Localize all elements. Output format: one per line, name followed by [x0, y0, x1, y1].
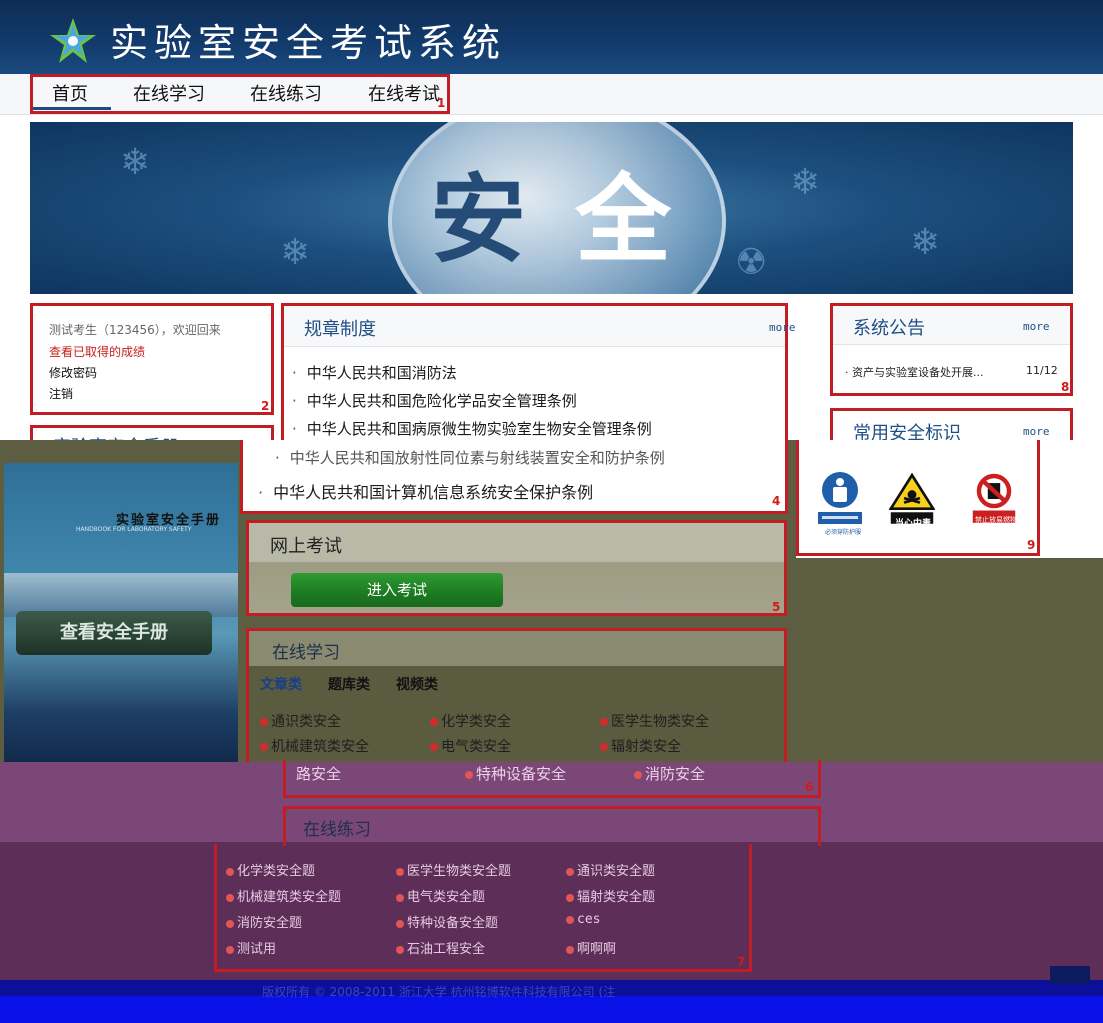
safety-banner: ❄ ❄ ❄ ❄ ☢ 安 全: [30, 122, 1073, 294]
handbook-cover[interactable]: 实验室安全手册 HANDBOOK FOR LABORATORY SAFETY 查…: [4, 463, 238, 775]
study-category-link[interactable]: 通识类安全: [260, 711, 341, 731]
practice-category-link[interactable]: 机械建筑类安全题: [226, 886, 341, 905]
enter-exam-button[interactable]: 进入考试: [291, 573, 503, 607]
rules-more-link[interactable]: more: [769, 321, 796, 334]
study-category-link[interactable]: 医学生物类安全: [600, 711, 709, 731]
annotation-label-7: 7: [737, 955, 746, 969]
annotation-label-4: 4: [772, 494, 781, 508]
rules-panel-border: [785, 440, 788, 514]
rule-item[interactable]: · 中华人民共和国放射性同位素与射线装置安全和防护条例: [275, 447, 665, 468]
annotation-label-1: 1: [437, 96, 446, 110]
snowflake-icon: ❄: [280, 232, 311, 273]
banner-char-an: 安: [430, 164, 526, 276]
rule-item[interactable]: · 中华人民共和国消防法: [292, 362, 457, 383]
practice-category-link[interactable]: 测试用: [226, 938, 276, 957]
practice-category-link[interactable]: 啊啊啊: [566, 938, 616, 957]
practice-category-link[interactable]: ces: [566, 912, 600, 927]
annotation-label-2: 2: [261, 399, 270, 413]
practice-category-link[interactable]: 化学类安全题: [226, 860, 315, 879]
study-category-link[interactable]: 特种设备安全: [465, 763, 566, 784]
radiation-icon: ☢: [735, 242, 768, 283]
practice-category-link[interactable]: 特种设备安全题: [396, 912, 498, 931]
practice-category-link[interactable]: 辐射类安全题: [566, 886, 655, 905]
tab-question-bank[interactable]: 题库类: [328, 674, 370, 694]
safety-signs-body: 必须穿防护服 当心中毒 禁止放易燃物 9: [796, 440, 1040, 556]
practice-category-link[interactable]: 通识类安全题: [566, 860, 655, 879]
logo-icon: [50, 18, 96, 63]
announcement-item[interactable]: · 资产与实验室设备处开展...: [845, 364, 984, 380]
rule-item[interactable]: · 中华人民共和国计算机信息系统安全保护条例: [258, 479, 593, 503]
app-title: 实验室安全考试系统: [110, 21, 507, 65]
study-category-link[interactable]: 化学类安全: [430, 711, 511, 731]
snowflake-icon: ❄: [120, 142, 151, 183]
study-category-link[interactable]: 消防安全: [634, 763, 705, 784]
announcements-more-link[interactable]: more: [1023, 320, 1050, 333]
footer-corner: [1050, 966, 1090, 984]
announcements-panel: 系统公告 more · 资产与实验室设备处开展... 11/12 8: [830, 303, 1073, 396]
user-greeting: 测试考生（123456），欢迎回来: [49, 323, 221, 337]
sign-label: 禁止放易燃物: [975, 516, 1017, 524]
study-category-link[interactable]: 路安全: [296, 763, 341, 784]
online-exam-title: 网上考试: [270, 536, 342, 557]
rule-item[interactable]: · 中华人民共和国危险化学品安全管理条例: [292, 390, 577, 411]
change-password-link[interactable]: 修改密码: [49, 364, 97, 381]
online-practice-title: 在线练习: [303, 820, 371, 840]
study-category-link[interactable]: 机械建筑类安全: [260, 736, 369, 756]
annotation-label-9: 9: [1027, 538, 1036, 552]
sign-label: 必须穿防护服: [824, 529, 861, 536]
rules-panel-border: [240, 511, 788, 514]
protective-suit-icon: [818, 472, 862, 524]
sign-label: 当心中毒: [895, 519, 932, 529]
annotation-label-8: 8: [1061, 380, 1070, 394]
banner-char-quan: 全: [575, 164, 671, 276]
annotation-box-1: [30, 74, 450, 114]
announcements-title: 系统公告: [853, 318, 925, 339]
tab-videos[interactable]: 视频类: [396, 674, 438, 694]
rule-item[interactable]: · 中华人民共和国病原微生物实验室生物安全管理条例: [292, 418, 652, 439]
safety-signs-more-link[interactable]: more: [1023, 425, 1050, 438]
practice-category-link[interactable]: 石油工程安全: [396, 938, 485, 957]
grades-link[interactable]: 查看已取得的成绩: [49, 343, 145, 360]
handbook-cover-subtitle: HANDBOOK FOR LABORATORY SAFETY: [76, 526, 192, 533]
tab-articles[interactable]: 文章类: [260, 674, 302, 694]
practice-category-link[interactable]: 消防安全题: [226, 912, 302, 931]
footer-band: [0, 996, 1103, 1023]
announcement-date: 11/12: [1026, 364, 1058, 377]
study-category-link[interactable]: 电气类安全: [430, 736, 511, 756]
study-category-link[interactable]: 辐射类安全: [600, 736, 681, 756]
logout-link[interactable]: 注销: [49, 385, 73, 402]
rules-panel-border: [240, 440, 243, 514]
footer-copyright: 版权所有 © 2008-2011 浙江大学 杭州铭博软件科技有限公司 (注: [262, 985, 616, 999]
view-handbook-button[interactable]: 查看安全手册: [16, 611, 212, 655]
snowflake-icon: ❄: [790, 162, 821, 203]
user-panel: 测试考生（123456），欢迎回来 查看已取得的成绩 修改密码 注销 2: [30, 303, 274, 415]
app-header: 实验室安全考试系统: [0, 0, 1103, 74]
online-study-title: 在线学习: [272, 643, 340, 663]
annotation-label-5: 5: [772, 600, 781, 614]
practice-category-link[interactable]: 电气类安全题: [396, 886, 485, 905]
annotation-label-6: 6: [805, 780, 814, 794]
rules-title: 规章制度: [304, 319, 376, 340]
practice-category-link[interactable]: 医学生物类安全题: [396, 860, 511, 879]
snowflake-icon: ❄: [910, 222, 941, 263]
